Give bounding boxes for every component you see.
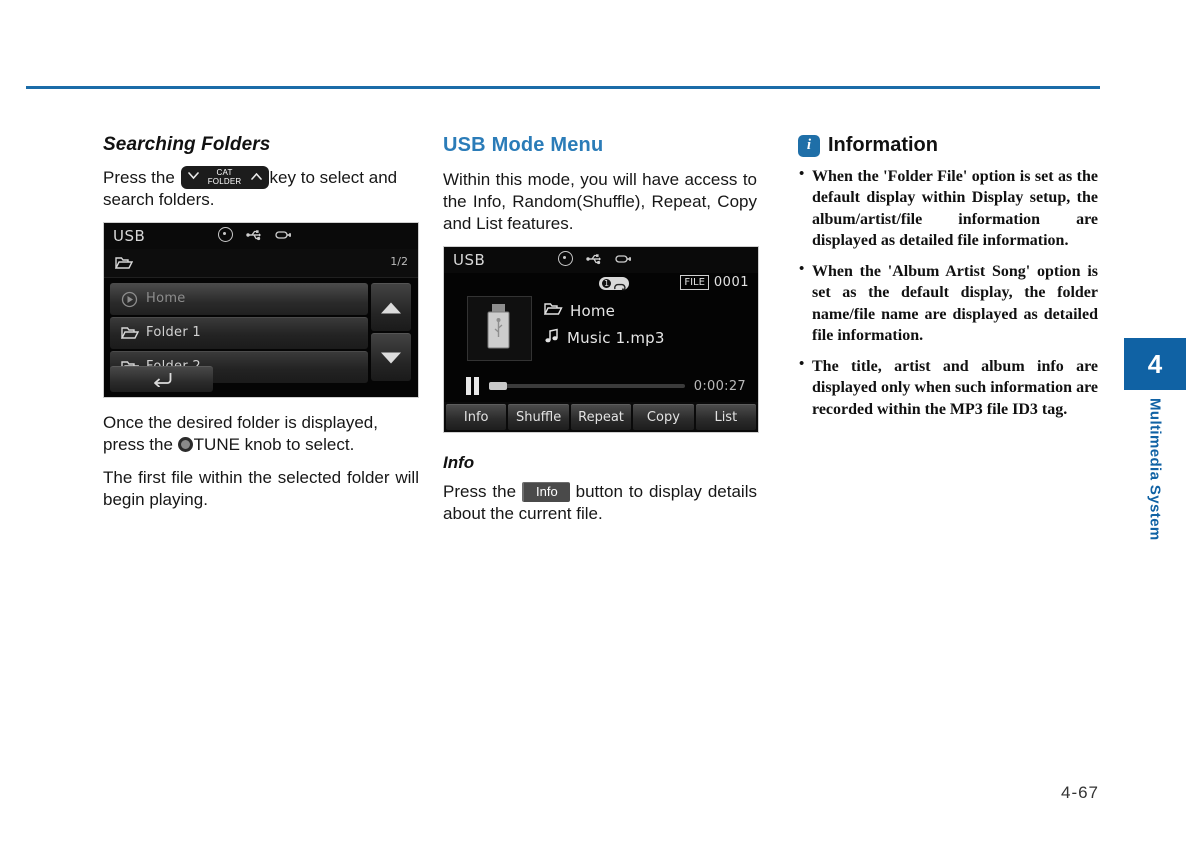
- screenshot1-page-indicator: 1/2: [390, 255, 408, 269]
- copy-button[interactable]: Copy: [633, 404, 694, 431]
- first-file-paragraph: The first file within the selected folde…: [103, 468, 419, 510]
- usb-icon: [246, 229, 262, 241]
- folder-list-item-label: Home: [146, 291, 186, 307]
- folder-list-item-home[interactable]: Home: [110, 283, 368, 316]
- scroll-up-icon[interactable]: [371, 283, 411, 332]
- connector-icon: [275, 230, 293, 240]
- info-button-glyph[interactable]: Info: [522, 482, 570, 503]
- play-circle-icon: [121, 291, 138, 313]
- section-heading-searching-folders: Searching Folders: [103, 134, 271, 155]
- current-track-name: Music 1.mp3: [567, 329, 665, 348]
- info-button[interactable]: Info: [446, 404, 507, 431]
- music-note-icon: [544, 328, 560, 348]
- usb-icon: [586, 253, 602, 265]
- screenshot2-body: 1 FILE 0001 Home Music 1.mp3 0:00:27: [444, 273, 758, 406]
- file-number-display: FILE 0001: [680, 275, 749, 291]
- folder-list-item-label: Folder 1: [146, 325, 201, 341]
- progress-bar[interactable]: [489, 382, 685, 391]
- middle-column: USB Mode Menu Within this mode, you will…: [443, 134, 759, 536]
- usb-mode-menu-paragraph: Within this mode, you will have access t…: [443, 170, 757, 234]
- section-heading-usb-mode-menu: USB Mode Menu: [443, 134, 604, 156]
- progress-fill: [489, 382, 507, 391]
- information-list: When the 'Folder File' option is set as …: [798, 165, 1098, 420]
- page-number: 4-67: [1060, 783, 1100, 802]
- disc-icon: [558, 251, 573, 267]
- track-metadata: Home Music 1.mp3: [543, 301, 665, 356]
- shuffle-button[interactable]: Shuffle: [508, 404, 569, 431]
- folder-icon: [120, 325, 140, 345]
- chapter-label: Multimedia System: [1146, 398, 1164, 541]
- folder-list-scroll-controls: [371, 283, 411, 382]
- screenshot1-topbar: USB: [104, 223, 418, 250]
- scroll-down-icon[interactable]: [371, 333, 411, 382]
- information-header: i Information: [798, 134, 1098, 157]
- current-folder-name: Home: [570, 301, 616, 320]
- list-item: The title, artist and album info are dis…: [798, 355, 1098, 420]
- chapter-label-container: Multimedia System: [1124, 398, 1186, 578]
- pause-icon[interactable]: [466, 377, 480, 396]
- list-item: When the 'Album Artist Song' option is s…: [798, 260, 1098, 346]
- back-icon: [151, 371, 172, 392]
- repeat-button[interactable]: Repeat: [570, 404, 632, 431]
- folder-open-icon: [114, 255, 134, 275]
- screenshot1-title: USB: [113, 227, 146, 246]
- album-art-thumbnail: [467, 296, 532, 362]
- manual-page: Searching Folders Press the CAT FOLDER k…: [0, 0, 1200, 861]
- file-number-value: 0001: [713, 275, 749, 291]
- subheading-info: Info: [443, 453, 475, 473]
- playback-button-bar: Info Shuffle Repeat Copy List: [444, 402, 758, 433]
- folder-icon: [543, 301, 563, 320]
- usb-playback-screenshot: USB 1 FILE 0001 Home Music 1.mp3 0:00:27…: [443, 246, 759, 434]
- info-icon: i: [798, 134, 820, 157]
- screenshot1-path-bar: 1/2: [104, 249, 418, 279]
- repeat-one-badge: 1: [599, 277, 629, 291]
- repeat-icon: [613, 279, 626, 291]
- screenshot2-title: USB: [453, 251, 486, 270]
- back-button[interactable]: [110, 366, 213, 393]
- list-item: When the 'Folder File' option is set as …: [798, 165, 1098, 251]
- transport-bar: 0:00:27: [466, 377, 746, 396]
- left-column: Searching Folders Press the CAT FOLDER k…: [103, 134, 419, 523]
- chevron-up-icon: [250, 173, 262, 180]
- header-rule: [26, 86, 1100, 89]
- current-folder-line: Home: [543, 301, 665, 320]
- tune-knob-icon: [177, 437, 193, 453]
- info-instruction-paragraph: Press the Info button to display details…: [443, 481, 757, 525]
- usb-folder-list-screenshot: USB 1/2 Home Folder 1: [103, 222, 419, 399]
- disc-icon: [218, 227, 233, 243]
- folder-list-item-folder1[interactable]: Folder 1: [110, 317, 368, 350]
- screenshot1-status-icons: [218, 227, 293, 243]
- file-tag-label: FILE: [680, 275, 709, 291]
- searching-folders-intro: Press the CAT FOLDER key to select and s…: [103, 166, 419, 211]
- chapter-tab: 4: [1124, 338, 1186, 390]
- cat-folder-key[interactable]: CAT FOLDER: [180, 166, 269, 189]
- chapter-number: 4: [1147, 349, 1163, 379]
- screenshot2-topbar: USB: [444, 247, 758, 274]
- tune-knob-paragraph: Once the desired folder is displayed, pr…: [103, 412, 419, 456]
- info-text-before-button: Press the: [443, 482, 517, 502]
- right-column: i Information When the 'Folder File' opt…: [798, 134, 1098, 430]
- list-button[interactable]: List: [695, 404, 757, 431]
- current-track-line: Music 1.mp3: [544, 328, 665, 348]
- information-title: Information: [828, 134, 938, 156]
- intro-text-before-key: Press the: [103, 168, 175, 187]
- tune-knob-text-after: TUNE knob to select.: [193, 435, 355, 455]
- elapsed-time: 0:00:27: [693, 378, 746, 394]
- repeat-count-label: 1: [602, 279, 611, 289]
- playback-mode-indicator: 1: [599, 277, 629, 291]
- connector-icon: [615, 254, 633, 264]
- screenshot2-status-icons: [558, 251, 633, 267]
- usb-stick-icon: [487, 304, 510, 349]
